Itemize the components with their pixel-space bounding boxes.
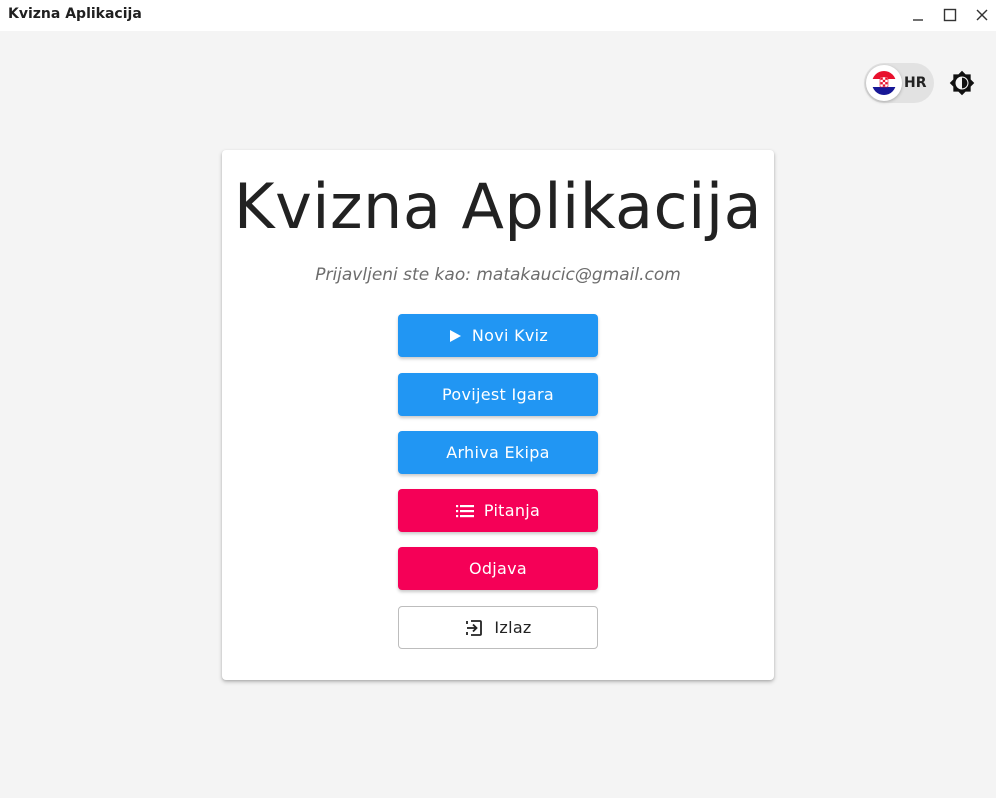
team-archive-button[interactable]: Arhiva Ekipa <box>398 431 598 474</box>
language-toggle-knob <box>866 65 902 101</box>
new-quiz-label: Novi Kviz <box>471 326 549 345</box>
game-history-label: Povijest Igara <box>441 385 555 404</box>
exit-label: Izlaz <box>494 618 532 637</box>
logged-in-user-text: Prijavljeni ste kao: matakaucic@gmail.co… <box>315 265 681 285</box>
list-icon <box>455 504 474 517</box>
questions-button[interactable]: Pitanja <box>398 489 598 532</box>
play-icon <box>449 329 461 342</box>
exit-button[interactable]: Izlaz <box>398 606 598 649</box>
window-titlebar: Kvizna Aplikacija <box>0 0 996 31</box>
language-code: HR <box>904 75 927 91</box>
maximize-button[interactable] <box>938 4 962 26</box>
close-icon <box>976 9 988 21</box>
close-button[interactable] <box>970 4 994 26</box>
brightness-icon <box>949 70 975 96</box>
language-toggle[interactable]: HR <box>864 63 934 103</box>
main-menu-card: Kvizna Aplikacija Prijavljeni ste kao: m… <box>222 150 774 680</box>
exit-icon <box>466 619 483 636</box>
minimize-icon <box>913 19 923 21</box>
window-title: Kvizna Aplikacija <box>8 6 142 22</box>
questions-label: Pitanja <box>483 501 541 520</box>
minimize-button[interactable] <box>906 4 930 26</box>
new-quiz-button[interactable]: Novi Kviz <box>398 314 598 357</box>
game-history-button[interactable]: Povijest Igara <box>398 373 598 416</box>
team-archive-label: Arhiva Ekipa <box>446 443 550 462</box>
maximize-icon <box>943 8 957 22</box>
theme-toggle-button[interactable] <box>948 69 976 97</box>
logout-button[interactable]: Odjava <box>398 547 598 590</box>
croatia-flag-icon <box>872 71 896 95</box>
logout-label: Odjava <box>468 559 528 578</box>
page-title: Kvizna Aplikacija <box>233 170 763 243</box>
